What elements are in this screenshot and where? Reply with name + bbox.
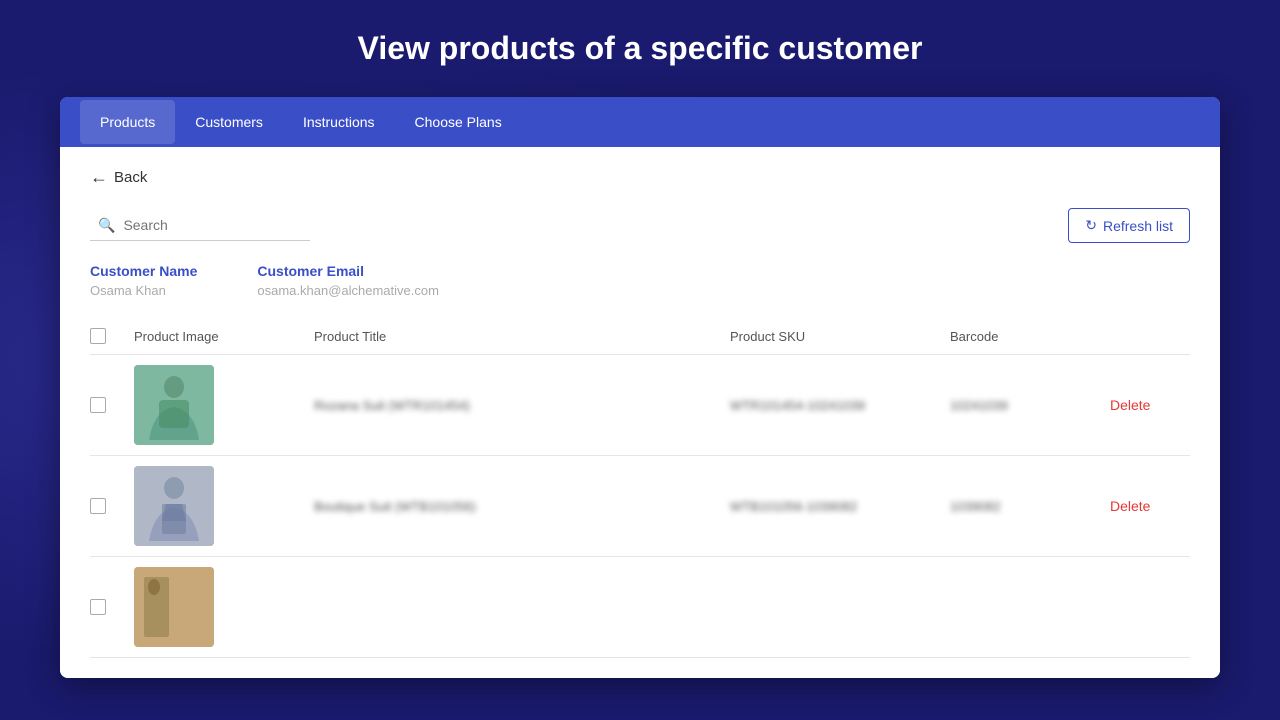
row-1-barcode: 10241039: [950, 398, 1110, 413]
row-3-checkbox-cell: [90, 599, 134, 615]
col-checkbox: [90, 328, 134, 344]
header-checkbox[interactable]: [90, 328, 106, 344]
row-2-delete-button[interactable]: Delete: [1110, 498, 1190, 514]
row-3-image-cell: [134, 567, 314, 647]
nav-item-products[interactable]: Products: [80, 100, 175, 144]
nav-item-customers[interactable]: Customers: [175, 100, 283, 144]
customer-name-field: Customer Name Osama Khan: [90, 263, 197, 298]
customer-email-field: Customer Email osama.khan@alchemative.co…: [257, 263, 439, 298]
table-row: Boutique Suit (WTB101056) WTB101056-1039…: [90, 456, 1190, 557]
refresh-button-label: Refresh list: [1103, 218, 1173, 234]
customer-email-value: osama.khan@alchemative.com: [257, 283, 439, 298]
col-barcode: Barcode: [950, 329, 1110, 344]
content-area: ← Back 🔍 ↻ Refresh list Customer Name Os…: [60, 147, 1220, 678]
col-product-title: Product Title: [314, 329, 730, 344]
row-1-delete-button[interactable]: Delete: [1110, 397, 1190, 413]
row-2-image-cell: [134, 466, 314, 546]
nav-item-choose-plans[interactable]: Choose Plans: [395, 100, 522, 144]
row-1-product-sku: WTR101454-10241039: [730, 398, 950, 413]
customer-email-label: Customer Email: [257, 263, 439, 279]
row-2-product-title: Boutique Suit (WTB101056): [314, 499, 730, 514]
row-3-product-image: [134, 567, 214, 647]
search-row: 🔍 ↻ Refresh list: [90, 208, 1190, 243]
app-container: Products Customers Instructions Choose P…: [60, 97, 1220, 678]
search-input[interactable]: [123, 217, 302, 233]
row-2-product-sku: WTB101056-1039082: [730, 499, 950, 514]
table-header: Product Image Product Title Product SKU …: [90, 318, 1190, 355]
col-product-image: Product Image: [134, 329, 314, 344]
back-button-label: Back: [114, 169, 147, 186]
nav-bar: Products Customers Instructions Choose P…: [60, 97, 1220, 147]
search-box: 🔍: [90, 211, 310, 241]
refresh-icon: ↻: [1085, 217, 1097, 234]
row-2-checkbox[interactable]: [90, 498, 106, 514]
row-1-product-title: Rozana Suit (WTR101454): [314, 398, 730, 413]
search-icon: 🔍: [98, 217, 115, 234]
row-2-barcode: 1039082: [950, 499, 1110, 514]
table-row: [90, 557, 1190, 658]
table-row: Rozana Suit (WTR101454) WTR101454-102410…: [90, 355, 1190, 456]
nav-item-instructions[interactable]: Instructions: [283, 100, 395, 144]
row-1-product-image: [134, 365, 214, 445]
customer-name-value: Osama Khan: [90, 283, 197, 298]
row-1-checkbox-cell: [90, 397, 134, 413]
product-table: Product Image Product Title Product SKU …: [90, 318, 1190, 658]
row-2-product-image: [134, 466, 214, 546]
refresh-button[interactable]: ↻ Refresh list: [1068, 208, 1190, 243]
row-1-image-cell: [134, 365, 314, 445]
customer-name-label: Customer Name: [90, 263, 197, 279]
back-arrow-icon: ←: [90, 167, 108, 188]
row-1-checkbox[interactable]: [90, 397, 106, 413]
customer-info: Customer Name Osama Khan Customer Email …: [90, 263, 1190, 298]
row-2-checkbox-cell: [90, 498, 134, 514]
back-button[interactable]: ← Back: [90, 167, 147, 188]
col-product-sku: Product SKU: [730, 329, 950, 344]
page-title: View products of a specific customer: [358, 30, 923, 67]
row-3-checkbox[interactable]: [90, 599, 106, 615]
